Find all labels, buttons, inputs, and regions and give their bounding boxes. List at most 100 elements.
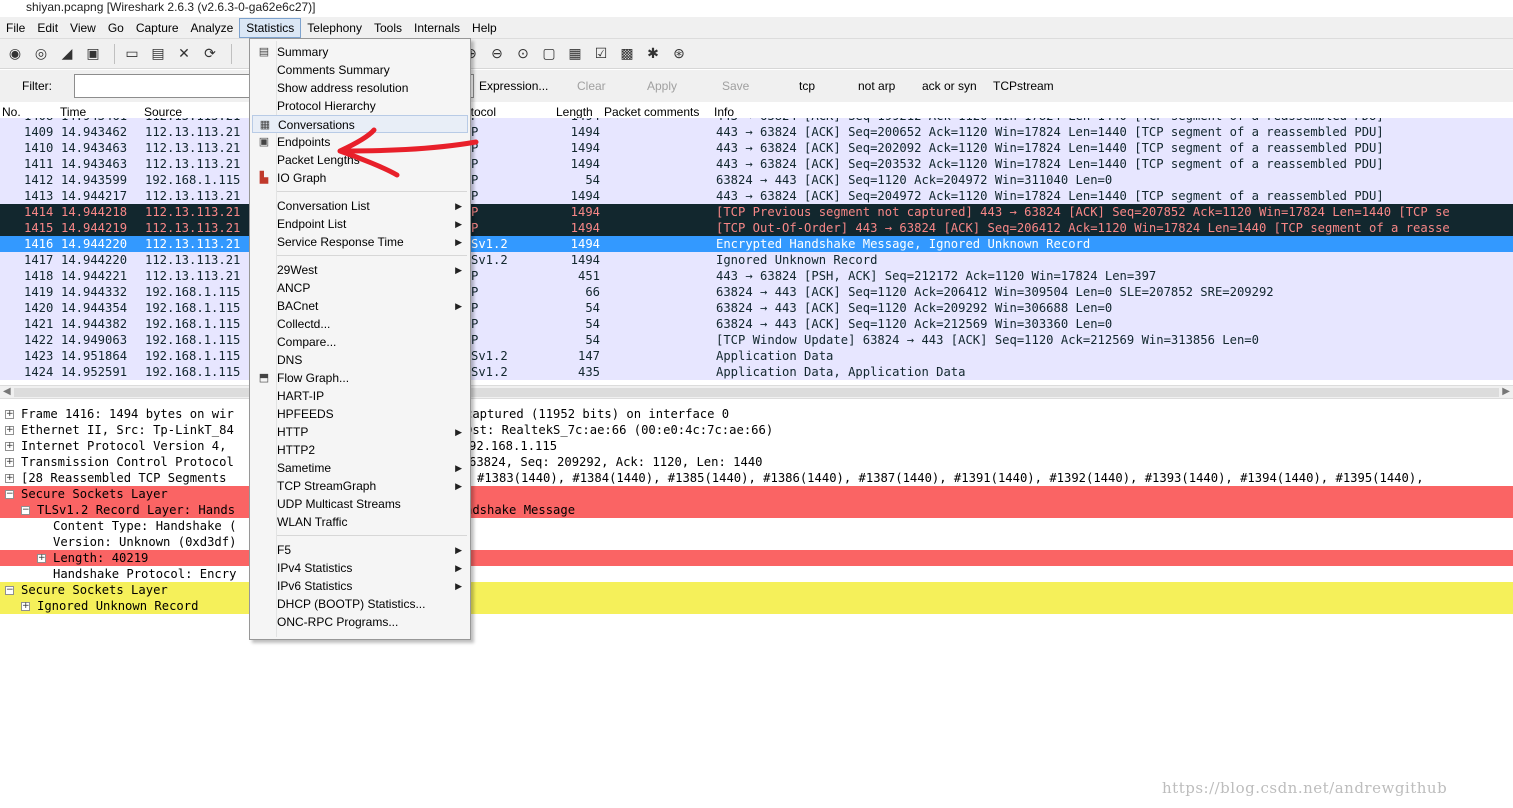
col-length[interactable]: Length xyxy=(556,105,593,119)
resize-columns-icon[interactable]: ▢ xyxy=(538,43,560,65)
menu-item-f5[interactable]: F5 ▶ xyxy=(252,541,468,559)
menu-item-conversation-list[interactable]: Conversation List ▶ xyxy=(252,197,468,215)
menu-analyze[interactable]: Analyze xyxy=(185,18,240,38)
apply-button[interactable]: Apply xyxy=(647,79,677,93)
scroll-thumb[interactable] xyxy=(14,388,1499,397)
packet-row[interactable]: 1413 14.944217 112.13.113.21 P 1494 443 → 638… xyxy=(0,188,1513,204)
menu-edit[interactable]: Edit xyxy=(31,18,64,38)
scroll-right-icon[interactable]: ▶ xyxy=(1502,386,1510,397)
menu-item-bacnet[interactable]: BACnet ▶ xyxy=(252,297,468,315)
expand-icon[interactable]: + xyxy=(5,410,14,419)
save-icon[interactable]: ▤ xyxy=(147,43,169,65)
zoom-normal-icon[interactable]: ⊙ xyxy=(512,43,534,65)
menu-item-endpoints[interactable]: ▣ Endpoints xyxy=(252,133,468,151)
detail-row[interactable]: + Frame 1416: 1494 bytes on wir captured (… xyxy=(0,406,1513,422)
col-info[interactable]: Info xyxy=(714,105,734,119)
detail-row[interactable]: Handshake Protocol: Encry xyxy=(0,566,1513,582)
packet-row[interactable]: 1412 14.943599 192.168.1.115 P 54 63824 → 443… xyxy=(0,172,1513,188)
filter-preset-not-arp[interactable]: not arp xyxy=(858,79,895,93)
col-no[interactable]: No. xyxy=(2,105,21,119)
menu-item-io-graph[interactable]: ▙ IO Graph xyxy=(252,169,468,187)
menu-tools[interactable]: Tools xyxy=(368,18,408,38)
filter-preset-ack-or-syn[interactable]: ack or syn xyxy=(922,79,977,93)
detail-row[interactable]: − TLSv1.2 Record Layer: Hands ndshake Mess… xyxy=(0,502,1513,518)
menu-item-dns[interactable]: DNS xyxy=(252,351,468,369)
packet-row[interactable]: 1409 14.943462 112.13.113.21 P 1494 443 → 638… xyxy=(0,124,1513,140)
help-icon[interactable]: ⊛ xyxy=(668,43,690,65)
filter-preset-tcp[interactable]: tcp xyxy=(799,79,815,93)
collapse-icon[interactable]: − xyxy=(5,586,14,595)
menu-item-onc-rpc-programs[interactable]: ONC-RPC Programs... xyxy=(252,613,468,631)
menu-item-flow-graph[interactable]: ⬒ Flow Graph... xyxy=(252,369,468,387)
zoom-out-icon[interactable]: ⊖ xyxy=(486,43,508,65)
menu-item-endpoint-list[interactable]: Endpoint List ▶ xyxy=(252,215,468,233)
packet-row[interactable]: 1410 14.943463 112.13.113.21 P 1494 443 → 638… xyxy=(0,140,1513,156)
menu-item-http[interactable]: HTTP ▶ xyxy=(252,423,468,441)
menu-capture[interactable]: Capture xyxy=(130,18,185,38)
menu-item-protocol-hierarchy[interactable]: Protocol Hierarchy xyxy=(252,97,468,115)
packet-list-hscrollbar[interactable]: ◀ ▶ xyxy=(0,385,1513,399)
menu-item-ipv4-statistics[interactable]: IPv4 Statistics ▶ xyxy=(252,559,468,577)
reload-icon[interactable]: ⟳ xyxy=(199,43,221,65)
open-file-icon[interactable]: ▭ xyxy=(121,43,143,65)
packet-row[interactable]: 1422 14.949063 192.168.1.115 P 54 [TCP Window… xyxy=(0,332,1513,348)
col-source[interactable]: Source xyxy=(144,105,182,119)
menu-item-packet-lengths[interactable]: Packet Lengths xyxy=(252,151,468,169)
detail-row[interactable]: Version: Unknown (0xd3df) xyxy=(0,534,1513,550)
menu-item-dhcp-bootp-statistics[interactable]: DHCP (BOOTP) Statistics... xyxy=(252,595,468,613)
packet-row[interactable]: 1418 14.944221 112.13.113.21 P 451 443 → 6382… xyxy=(0,268,1513,284)
stop-capture-icon[interactable]: ◎ xyxy=(30,43,52,65)
menu-internals[interactable]: Internals xyxy=(408,18,466,38)
restart-icon[interactable]: ◢ xyxy=(56,43,78,65)
menu-item-compare[interactable]: Compare... xyxy=(252,333,468,351)
menu-item-service-response-time[interactable]: Service Response Time ▶ xyxy=(252,233,468,251)
menu-item-29west[interactable]: 29West ▶ xyxy=(252,261,468,279)
detail-row[interactable]: − Secure Sockets Layer xyxy=(0,582,1513,598)
detail-row[interactable]: + [28 Reassembled TCP Segments #1383(1440)… xyxy=(0,470,1513,486)
expand-icon[interactable]: + xyxy=(37,554,46,563)
collapse-icon[interactable]: − xyxy=(21,506,30,515)
display-filters-icon[interactable]: ☑ xyxy=(590,43,612,65)
close-file-icon[interactable]: ✕ xyxy=(173,43,195,65)
detail-row[interactable]: + Transmission Control Protocol 63824, Seq… xyxy=(0,454,1513,470)
packet-row[interactable]: 1416 14.944220 112.13.113.21 Sv1.2 1494 Encry… xyxy=(0,236,1513,252)
packet-row[interactable]: 1419 14.944332 192.168.1.115 P 66 63824 → 443… xyxy=(0,284,1513,300)
menu-item-show-address-resolution[interactable]: Show address resolution xyxy=(252,79,468,97)
expand-icon[interactable]: + xyxy=(5,426,14,435)
detail-row[interactable]: + Length: 40219 xyxy=(0,550,1513,566)
menu-item-udp-multicast-streams[interactable]: UDP Multicast Streams xyxy=(252,495,468,513)
menu-item-wlan-traffic[interactable]: WLAN Traffic xyxy=(252,513,468,531)
expand-icon[interactable]: + xyxy=(5,442,14,451)
detail-row[interactable]: + Ethernet II, Src: Tp-LinkT_84 Dst: Realt… xyxy=(0,422,1513,438)
menu-file[interactable]: File xyxy=(0,18,31,38)
capture-filters-icon[interactable]: ▦ xyxy=(564,43,586,65)
packet-row[interactable]: 1414 14.944218 112.13.113.21 P 1494 [TCP Prev… xyxy=(0,204,1513,220)
coloring-rules-icon[interactable]: ▩ xyxy=(616,43,638,65)
clear-button[interactable]: Clear xyxy=(577,79,606,93)
menu-view[interactable]: View xyxy=(64,18,102,38)
scroll-left-icon[interactable]: ◀ xyxy=(3,386,11,397)
start-capture-icon[interactable]: ◉ xyxy=(4,43,26,65)
menu-item-ancp[interactable]: ANCP xyxy=(252,279,468,297)
options-icon[interactable]: ▣ xyxy=(82,43,104,65)
detail-row[interactable]: Content Type: Handshake ( xyxy=(0,518,1513,534)
col-packet-comments[interactable]: Packet comments xyxy=(604,105,699,119)
menu-telephony[interactable]: Telephony xyxy=(301,18,368,38)
packet-list[interactable]: 140814.943461112.13.113.21P1494443 → 638… xyxy=(0,118,1513,384)
menu-item-tcp-streamgraph[interactable]: TCP StreamGraph ▶ xyxy=(252,477,468,495)
col-time[interactable]: Time xyxy=(60,105,86,119)
detail-row[interactable]: + Ignored Unknown Record xyxy=(0,598,1513,614)
detail-row[interactable]: + Internet Protocol Version 4, 92.168.1.11… xyxy=(0,438,1513,454)
expand-icon[interactable]: + xyxy=(21,602,30,611)
detail-row[interactable]: − Secure Sockets Layer xyxy=(0,486,1513,502)
menu-item-summary[interactable]: ▤ Summary xyxy=(252,43,468,61)
menu-go[interactable]: Go xyxy=(102,18,130,38)
preferences-icon[interactable]: ✱ xyxy=(642,43,664,65)
expand-icon[interactable]: + xyxy=(5,458,14,467)
menu-item-ipv6-statistics[interactable]: IPv6 Statistics ▶ xyxy=(252,577,468,595)
expand-icon[interactable]: + xyxy=(5,474,14,483)
save-filter-button[interactable]: Save xyxy=(722,79,749,93)
collapse-icon[interactable]: − xyxy=(5,490,14,499)
menu-item-comments-summary[interactable]: Comments Summary xyxy=(252,61,468,79)
menu-item-sametime[interactable]: Sametime ▶ xyxy=(252,459,468,477)
